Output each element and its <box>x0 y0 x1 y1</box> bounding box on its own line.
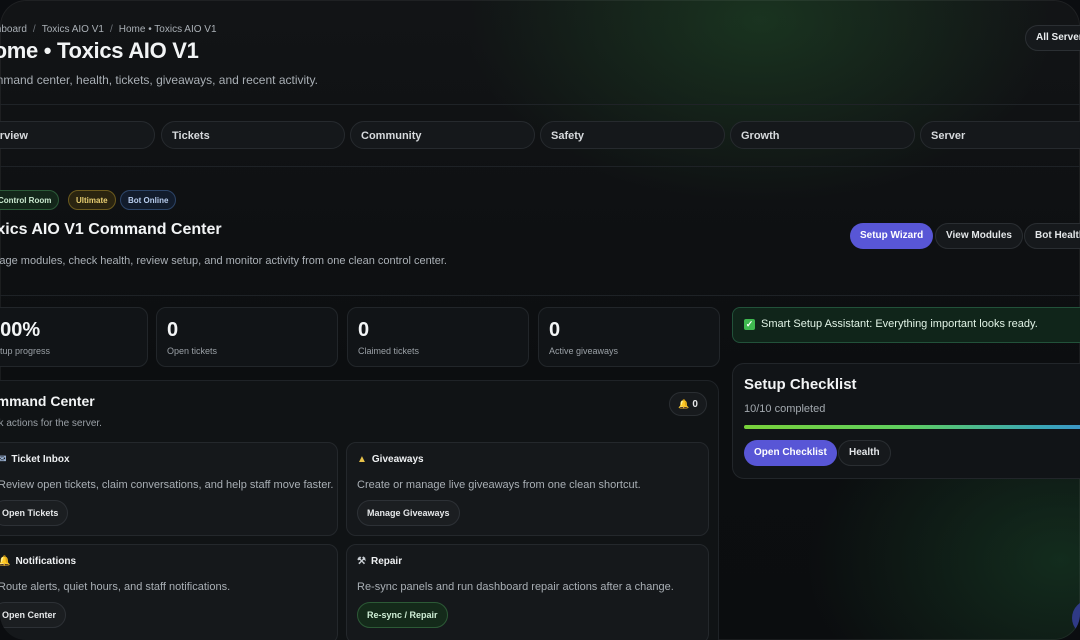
breadcrumb-item-dashboard[interactable]: Dashboard <box>0 24 27 35</box>
header-divider <box>0 104 1080 105</box>
server-selector-button[interactable]: All Servers <box>1025 25 1080 51</box>
notification-count: 0 <box>692 399 698 410</box>
open-tickets-button[interactable]: Open Tickets <box>0 500 69 526</box>
resync-repair-button[interactable]: Re-sync / Repair <box>357 602 448 628</box>
badge-bot-online: Bot Online <box>120 190 177 210</box>
checklist-completed-count: 10/10 completed <box>744 403 826 415</box>
open-checklist-button[interactable]: Open Checklist <box>744 440 837 466</box>
stat-card-setup-progress: 100% Setup progress <box>0 307 148 367</box>
breadcrumb-item-current: Home • Toxics AIO V1 <box>118 24 217 35</box>
app-window: Dashboard/Toxics AIO V1/Home • Toxics AI… <box>0 0 1080 640</box>
setup-wizard-button[interactable]: Setup Wizard <box>850 223 934 249</box>
card-title: 🔔 Notifications <box>0 556 77 567</box>
stat-value: 0 <box>167 319 179 341</box>
breadcrumb-item-bot[interactable]: Toxics AIO V1 <box>42 24 104 35</box>
stat-card-active-giveaways: 0 Active giveaways <box>538 307 720 367</box>
tab-server[interactable]: Server <box>920 121 1080 149</box>
page-content: Dashboard/Toxics AIO V1/Home • Toxics AI… <box>0 0 1080 640</box>
card-title: ⚒ Repair <box>357 556 403 567</box>
stat-card-open-tickets: 0 Open tickets <box>156 307 338 367</box>
command-center-subtitle: Quick actions for the server. <box>0 418 102 429</box>
stat-label: Setup progress <box>0 346 51 356</box>
tools-icon: ⚒ <box>357 556 366 567</box>
tab-safety[interactable]: Safety <box>540 121 725 149</box>
card-description: Review open tickets, claim conversations… <box>0 479 334 491</box>
card-title: ▲ Giveaways <box>357 454 424 465</box>
badge-control-room: Control Room <box>0 190 60 210</box>
hero-title: Toxics AIO V1 Command Center <box>0 221 222 238</box>
bell-icon: 🔔 <box>678 399 690 409</box>
bell-icon: 🔔 <box>0 556 11 567</box>
party-icon: ▲ <box>357 454 367 465</box>
manage-giveaways-button[interactable]: Manage Giveaways <box>357 500 460 526</box>
inbox-icon: ✉ <box>0 454 7 465</box>
health-button[interactable]: Health <box>838 440 891 466</box>
stat-label: Claimed tickets <box>358 346 420 356</box>
checklist-progress-fill <box>744 425 1080 429</box>
setup-assistant-message: Smart Setup Assistant: Everything import… <box>761 318 1038 330</box>
page-subtitle: Command center, health, tickets, giveawa… <box>0 73 318 87</box>
card-description: Re-sync panels and run dashboard repair … <box>357 581 674 593</box>
tab-tickets[interactable]: Tickets <box>161 121 345 149</box>
tab-overview[interactable]: Overview <box>0 121 155 149</box>
card-description: Create or manage live giveaways from one… <box>357 479 641 491</box>
card-description: Route alerts, quiet hours, and staff not… <box>0 581 231 593</box>
checkmark-icon: ✓ <box>744 319 755 330</box>
card-title: ✉ Ticket Inbox <box>0 454 70 465</box>
checklist-progress-bar <box>744 425 1080 429</box>
hero-subtitle: Manage modules, check health, review set… <box>0 255 447 267</box>
stat-card-claimed-tickets: 0 Claimed tickets <box>347 307 529 367</box>
stat-value: 100% <box>0 319 41 341</box>
bot-health-button[interactable]: Bot Health <box>1024 223 1080 249</box>
tab-community[interactable]: Community <box>350 121 535 149</box>
breadcrumb: Dashboard/Toxics AIO V1/Home • Toxics AI… <box>0 24 217 35</box>
notification-count-button[interactable]: 🔔 0 <box>669 392 707 416</box>
stat-value: 0 <box>358 319 370 341</box>
tab-growth[interactable]: Growth <box>730 121 915 149</box>
stat-label: Open tickets <box>167 346 218 356</box>
command-center-title: Command Center <box>0 393 95 409</box>
open-center-button[interactable]: Open Center <box>0 602 67 628</box>
stat-value: 0 <box>549 319 561 341</box>
floating-help-button[interactable] <box>1072 600 1080 636</box>
badge-ultimate: Ultimate <box>68 190 116 210</box>
view-modules-button[interactable]: View Modules <box>935 223 1023 249</box>
stat-label: Active giveaways <box>549 346 619 356</box>
checklist-title: Setup Checklist <box>744 376 857 393</box>
page-title: Home • Toxics AIO V1 <box>0 38 199 63</box>
